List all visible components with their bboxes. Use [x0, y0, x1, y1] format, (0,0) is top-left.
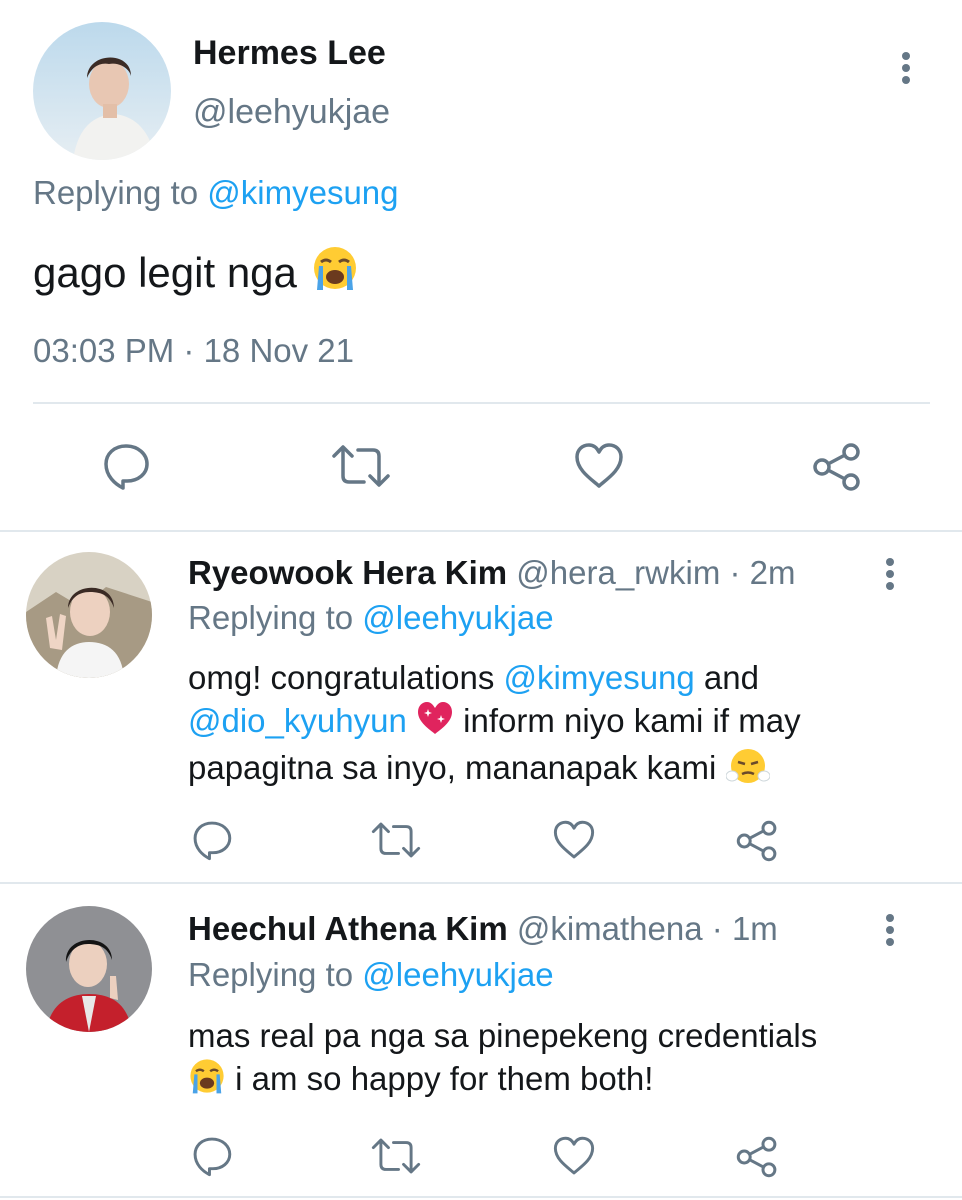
replying-to: Replying to @leehyukjae [188, 599, 554, 637]
share-icon[interactable] [734, 1134, 780, 1185]
reply-header: Ryeowook Hera Kim @hera_rwkim · 2m [188, 554, 796, 592]
reply-tweet: Heechul Athena Kim @kimathena · 1m Reply… [0, 884, 962, 1200]
loudly-crying-face-emoji [311, 244, 359, 302]
mention-link[interactable]: @leehyukjae [362, 956, 553, 993]
tweet-text-content: gago legit nga [33, 249, 297, 296]
author-handle[interactable]: @hera_rwkim [516, 554, 720, 591]
reply-text: omg! congratulations @kimyesung and @dio… [188, 656, 928, 795]
meta-separator: · [711, 910, 723, 947]
mention-link[interactable]: @dio_kyuhyun [188, 702, 407, 739]
avatar[interactable] [26, 552, 152, 678]
author-handle[interactable]: @leehyukjae [193, 93, 390, 132]
text-segment: i am so happy for them both! [226, 1060, 654, 1097]
face-with-steam-emoji [725, 747, 771, 795]
mention-link[interactable]: @kimyesung [207, 174, 398, 211]
replying-prefix: Replying to [188, 599, 354, 636]
share-icon[interactable] [810, 440, 864, 499]
meta-separator: · [729, 554, 741, 591]
text-segment: mas real pa nga sa pinepekeng credential… [188, 1017, 818, 1054]
replying-prefix: Replying to [33, 174, 199, 211]
divider [33, 402, 930, 404]
replying-prefix: Replying to [188, 956, 354, 993]
author-name[interactable]: Heechul Athena Kim [188, 910, 508, 947]
loudly-crying-face-emoji [188, 1057, 226, 1105]
text-segment: omg! congratulations [188, 659, 504, 696]
retweet-icon[interactable] [330, 440, 392, 497]
mention-link[interactable]: @kimyesung [504, 659, 695, 696]
tweet-text: gago legit nga [33, 244, 359, 302]
replying-to: Replying to @kimyesung [33, 174, 399, 212]
time-ago: 1m [731, 910, 778, 947]
like-icon[interactable] [573, 440, 625, 497]
reply-icon[interactable] [190, 818, 234, 867]
more-options-icon[interactable] [880, 554, 900, 594]
reply-header: Heechul Athena Kim @kimathena · 1m [188, 910, 778, 948]
like-icon[interactable] [552, 1134, 596, 1183]
replying-to: Replying to @leehyukjae [188, 956, 554, 994]
more-options-icon[interactable] [880, 910, 900, 950]
section-divider [0, 1196, 962, 1198]
avatar[interactable] [26, 906, 152, 1032]
text-segment: papagitna sa inyo, mananapak kami [188, 749, 717, 787]
author-handle[interactable]: @kimathena [517, 910, 703, 947]
mention-link[interactable]: @leehyukjae [362, 599, 553, 636]
main-tweet: Hermes Lee @leehyukjae Replying to @kimy… [0, 0, 962, 530]
time-ago: 2m [749, 554, 796, 591]
text-segment: and [694, 659, 759, 696]
retweet-icon[interactable] [370, 1134, 422, 1183]
share-icon[interactable] [734, 818, 780, 869]
avatar[interactable] [33, 22, 171, 160]
reply-icon[interactable] [190, 1134, 234, 1183]
more-options-icon[interactable] [896, 48, 916, 88]
reply-tweet: Ryeowook Hera Kim @hera_rwkim · 2m Reply… [0, 532, 962, 882]
timestamp: 03:03 PM · 18 Nov 21 [33, 332, 355, 369]
reply-icon[interactable] [100, 440, 152, 497]
retweet-icon[interactable] [370, 818, 422, 867]
text-segment: inform niyo kami if may [453, 702, 801, 739]
reply-text: mas real pa nga sa pinepekeng credential… [188, 1014, 948, 1105]
author-name[interactable]: Ryeowook Hera Kim [188, 554, 507, 591]
sparkling-heart-emoji [416, 700, 454, 746]
like-icon[interactable] [552, 818, 596, 867]
author-name[interactable]: Hermes Lee [193, 34, 386, 73]
